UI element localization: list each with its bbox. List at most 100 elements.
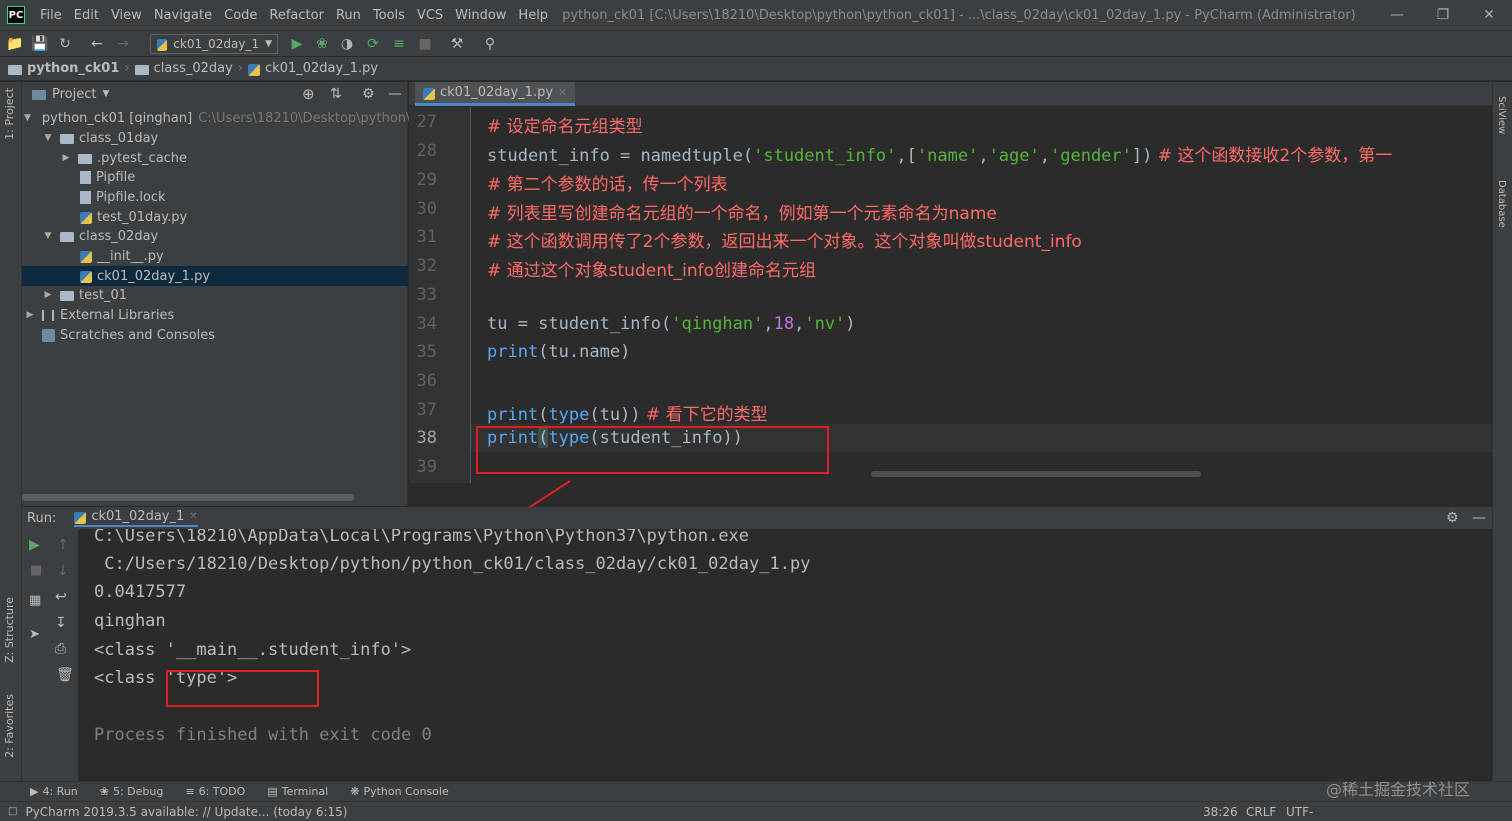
close-icon[interactable]: ✕ bbox=[1466, 0, 1512, 30]
stop-icon[interactable]: ■ bbox=[30, 563, 42, 578]
debug-icon[interactable]: ❀ bbox=[313, 35, 331, 53]
breadcrumb-project[interactable]: python_ck01 bbox=[27, 61, 119, 76]
tree-item-init-py[interactable]: __init__.py bbox=[22, 246, 408, 266]
trash-icon[interactable]: 🗑 bbox=[56, 667, 74, 683]
rerun-icon[interactable]: ▶ bbox=[29, 537, 40, 553]
tree-item-project-root[interactable]: ▼ python_ck01 [qinghan] C:\Users\18210\D… bbox=[22, 108, 426, 128]
menu-refactor[interactable]: Refactor bbox=[263, 8, 330, 23]
tree-item-test-01[interactable]: ▶ test_01 bbox=[22, 285, 408, 305]
menu-help[interactable]: Help bbox=[512, 8, 554, 23]
hide-icon[interactable]: — bbox=[388, 86, 402, 102]
tool-tab-todo[interactable]: ≡ 6: TODO bbox=[185, 785, 245, 798]
menu-window[interactable]: Window bbox=[449, 8, 512, 23]
database-tool-tab[interactable]: Database bbox=[1496, 180, 1507, 228]
file-icon bbox=[80, 170, 91, 184]
pin-icon[interactable]: ➤ bbox=[29, 627, 40, 642]
up-arrow-icon[interactable]: ↑ bbox=[57, 537, 69, 553]
tree-item-pytest-cache[interactable]: ▶ .pytest_cache bbox=[22, 148, 408, 168]
file-encoding[interactable]: UTF- bbox=[1286, 805, 1313, 819]
code-token: ( bbox=[538, 405, 549, 425]
search-icon[interactable]: ⚲ bbox=[481, 35, 499, 53]
profile-icon[interactable]: ⟳ bbox=[364, 35, 382, 53]
breadcrumb-folder[interactable]: class_02day bbox=[154, 61, 233, 76]
menu-tools[interactable]: Tools bbox=[367, 8, 411, 23]
list-icon: ≡ bbox=[185, 785, 195, 798]
code-token: 18 bbox=[773, 314, 795, 334]
structure-tool-tab[interactable]: Z: Structure bbox=[3, 597, 16, 663]
sciview-tool-tab[interactable]: SciView bbox=[1496, 96, 1507, 134]
code-token: print bbox=[487, 405, 539, 425]
scratches-icon bbox=[42, 328, 55, 342]
open-folder-icon[interactable]: 📁 bbox=[6, 35, 24, 53]
console-line: qinghan bbox=[94, 611, 166, 631]
favorites-tool-tab[interactable]: 2: Favorites bbox=[3, 694, 16, 758]
caret-position[interactable]: 38:26 bbox=[1203, 805, 1238, 819]
project-view-icon bbox=[32, 90, 46, 100]
scroll-to-end-icon[interactable]: ↧ bbox=[55, 615, 67, 631]
menu-code[interactable]: Code bbox=[218, 8, 263, 23]
python-icon: ❋ bbox=[350, 785, 360, 798]
collapse-all-icon[interactable]: ⇅ bbox=[330, 86, 342, 102]
editor-horizontal-scrollbar[interactable] bbox=[871, 471, 1201, 477]
tree-item-label: External Libraries bbox=[60, 307, 175, 323]
code-token: 'student_info' bbox=[753, 146, 897, 166]
menu-run[interactable]: Run bbox=[330, 8, 367, 23]
minimize-icon[interactable]: — bbox=[1374, 0, 1420, 30]
menu-vcs[interactable]: VCS bbox=[411, 8, 449, 23]
menu-view[interactable]: View bbox=[105, 8, 148, 23]
layout-icon[interactable]: ▦ bbox=[29, 593, 41, 608]
tool-tab-python-console[interactable]: ❋ Python Console bbox=[350, 785, 449, 798]
code-token: 'age' bbox=[988, 146, 1040, 166]
locate-icon[interactable]: ⊕ bbox=[302, 85, 315, 103]
stop-icon[interactable]: ■ bbox=[416, 35, 434, 53]
status-window-icon[interactable]: □ bbox=[8, 806, 17, 817]
run-tab[interactable]: ck01_02day_1 ✕ bbox=[74, 509, 198, 527]
tree-item-test-01day[interactable]: test_01day.py bbox=[22, 207, 408, 227]
tool-tab-terminal[interactable]: ▤ Terminal bbox=[267, 785, 328, 798]
coverage-icon[interactable]: ◑ bbox=[338, 35, 356, 53]
print-icon[interactable]: ⎙ bbox=[55, 641, 66, 657]
restore-icon[interactable]: ❐ bbox=[1420, 0, 1466, 30]
tool-tab-run[interactable]: ▶ 4: Run bbox=[30, 785, 78, 798]
settings-wrench-icon[interactable]: ⚒ bbox=[448, 35, 466, 53]
chevron-down-icon[interactable]: ▼ bbox=[102, 89, 109, 99]
soft-wrap-icon[interactable]: ↩ bbox=[55, 589, 67, 605]
code-token: # 看下它的类型 bbox=[640, 405, 768, 425]
project-view-select[interactable]: Project bbox=[52, 87, 96, 102]
save-all-icon[interactable]: 💾 bbox=[31, 35, 49, 53]
breadcrumb-file[interactable]: ck01_02day_1.py bbox=[265, 61, 378, 76]
tool-tab-debug[interactable]: ❀ 5: Debug bbox=[100, 785, 164, 798]
forward-icon[interactable]: → bbox=[114, 35, 132, 53]
gear-icon[interactable]: ⚙ bbox=[1446, 510, 1459, 526]
run-configuration-select[interactable]: ck01_02day_1 ▼ bbox=[150, 34, 278, 54]
gear-icon[interactable]: ⚙ bbox=[362, 86, 375, 102]
sync-icon[interactable]: ↻ bbox=[56, 35, 74, 53]
run-icon[interactable]: ▶ bbox=[288, 35, 306, 53]
project-tool-tab[interactable]: 1: Project bbox=[3, 88, 16, 140]
hide-icon[interactable]: — bbox=[1472, 510, 1486, 526]
main-toolbar: 📁 💾 ↻ ← → ck01_02day_1 ▼ ▶ ❀ ◑ ⟳ ≡ ■ ⚒ ⚲ bbox=[0, 30, 1512, 56]
back-icon[interactable]: ← bbox=[88, 35, 106, 53]
tree-item-external-libraries[interactable]: ▶ External Libraries bbox=[22, 305, 408, 325]
tree-item-class-01day[interactable]: ▼ class_01day bbox=[22, 128, 408, 148]
concurrency-icon[interactable]: ≡ bbox=[390, 35, 408, 53]
tree-item-class-02day[interactable]: ▼ class_02day bbox=[22, 226, 408, 246]
menu-edit[interactable]: Edit bbox=[68, 8, 105, 23]
down-arrow-icon[interactable]: ↓ bbox=[57, 563, 69, 579]
title-bar: PC File Edit View Navigate Code Refactor… bbox=[0, 0, 1512, 30]
tab-ck01-02day-1[interactable]: ck01_02day_1.py ✕ bbox=[415, 82, 576, 106]
run-console-output[interactable]: C:\Users\18210\AppData\Local\Programs\Py… bbox=[78, 529, 1482, 781]
chevron-right-icon: › bbox=[124, 61, 130, 76]
console-line: 0.0417577 bbox=[94, 582, 187, 602]
tree-item-pipfile-lock[interactable]: Pipfile.lock bbox=[22, 187, 408, 207]
menu-navigate[interactable]: Navigate bbox=[148, 8, 218, 23]
close-tab-icon[interactable]: ✕ bbox=[189, 511, 197, 522]
horizontal-scrollbar[interactable] bbox=[22, 494, 354, 501]
tree-item-pipfile[interactable]: Pipfile bbox=[22, 167, 408, 187]
status-message[interactable]: PyCharm 2019.3.5 available: // Update...… bbox=[25, 805, 347, 819]
line-separator[interactable]: CRLF bbox=[1246, 805, 1276, 819]
menu-file[interactable]: File bbox=[34, 8, 68, 23]
tree-item-ck01-02day-1[interactable]: ck01_02day_1.py bbox=[22, 266, 408, 286]
tree-item-scratches[interactable]: Scratches and Consoles bbox=[22, 325, 408, 345]
close-tab-icon[interactable]: ✕ bbox=[558, 86, 567, 99]
